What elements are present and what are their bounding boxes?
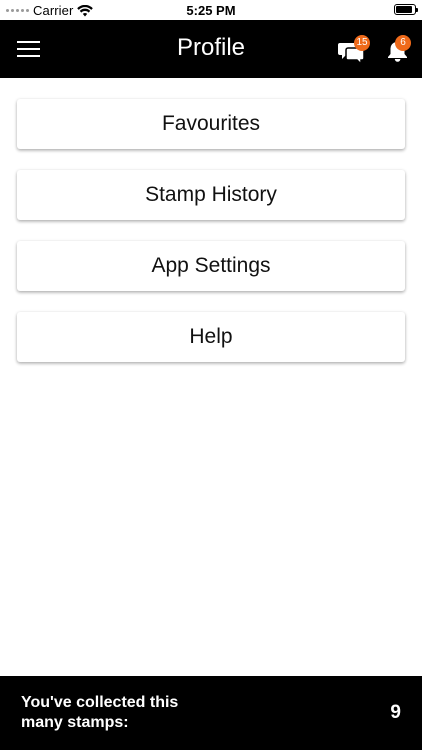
notifications-count-badge: 6	[395, 35, 411, 51]
battery-icon	[394, 4, 418, 15]
profile-screen: Carrier 5:25 PM Profile 15 6 Favourites …	[0, 0, 422, 750]
stamp-history-button[interactable]: Stamp History	[17, 170, 405, 220]
stamp-count-footer: You've collected this many stamps: 9	[0, 676, 422, 750]
status-bar: Carrier 5:25 PM	[0, 0, 422, 20]
messages-count-badge: 15	[354, 35, 370, 51]
status-time: 5:25 PM	[186, 3, 236, 18]
app-settings-button[interactable]: App Settings	[17, 241, 405, 291]
stamp-count-value: 9	[390, 702, 401, 723]
stamp-count-label: You've collected this many stamps:	[21, 694, 179, 731]
favourites-button[interactable]: Favourites	[17, 99, 405, 149]
help-button[interactable]: Help	[17, 312, 405, 362]
